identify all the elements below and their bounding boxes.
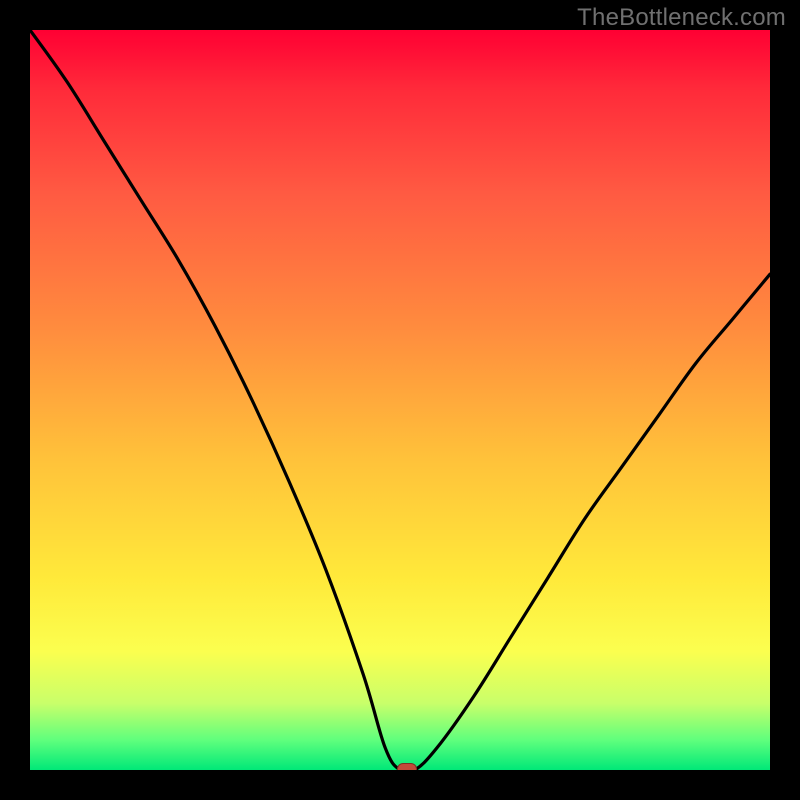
optimal-point-marker xyxy=(397,763,417,770)
chart-frame: TheBottleneck.com xyxy=(0,0,800,800)
watermark-text: TheBottleneck.com xyxy=(577,4,786,32)
plot-area xyxy=(30,30,770,770)
bottleneck-curve xyxy=(30,30,770,770)
